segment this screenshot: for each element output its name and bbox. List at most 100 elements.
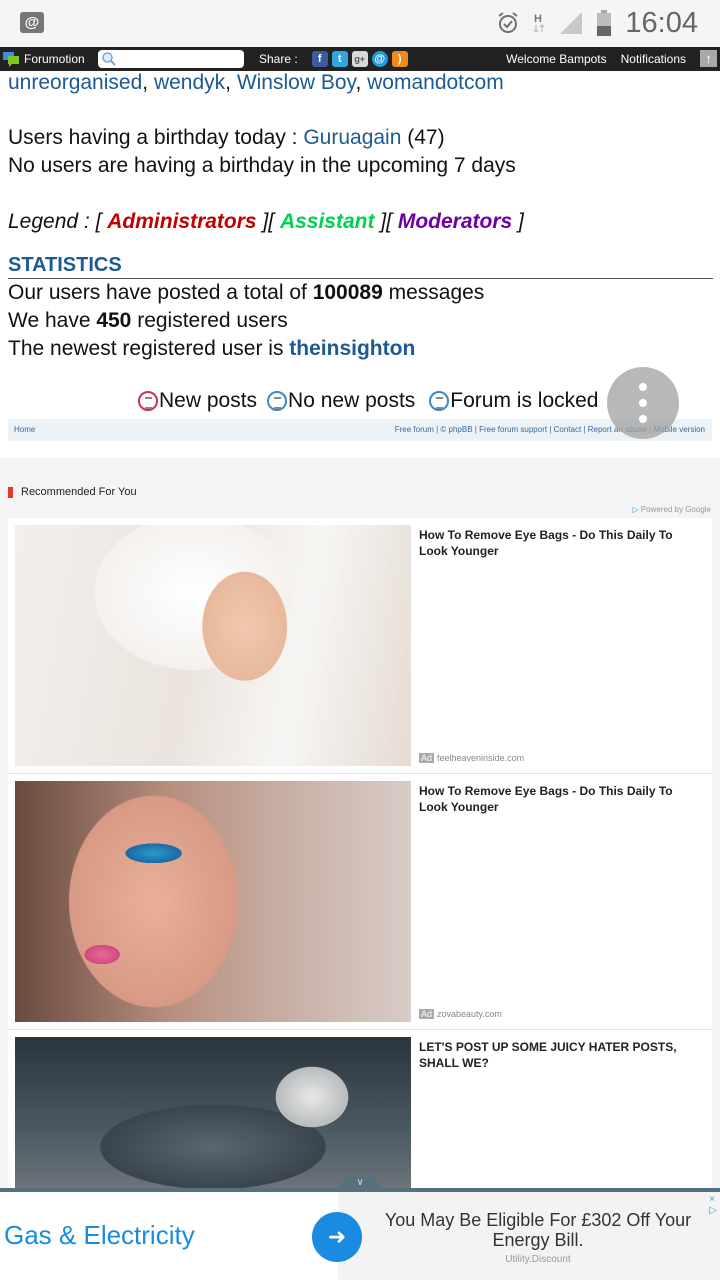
card-title: How To Remove Eye Bags - Do This Daily T… <box>419 528 673 558</box>
ad-headline: Gas & Electricity <box>4 1220 195 1250</box>
user-link[interactable]: wendyk <box>154 71 225 94</box>
hspa-data-icon: H <box>533 13 545 33</box>
group-legend: Legend : [ Administrators ][ Assistant ]… <box>8 210 524 234</box>
legend-separator: ][ <box>374 210 398 233</box>
woman-blue-eye-makeup-photo <box>15 781 411 1022</box>
new-posts-icon <box>138 391 158 411</box>
card-source: Ad feelheaveninside.com <box>419 753 524 763</box>
search-icon <box>102 52 116 66</box>
no-new-posts-icon <box>267 391 288 411</box>
birthday-user-link[interactable]: Guruagain <box>303 126 401 149</box>
clock: 16:04 <box>625 6 698 39</box>
stat-text: registered users <box>131 309 288 332</box>
statistics-heading: STATISTICS <box>8 254 713 279</box>
legend-administrators[interactable]: Administrators <box>107 210 256 233</box>
welcome-user-link[interactable]: Welcome Bampots <box>506 52 606 66</box>
stat-users: We have 450 registered users <box>8 309 288 333</box>
recommended-card[interactable]: How To Remove Eye Bags - Do This Daily T… <box>8 518 712 774</box>
stat-text: We have <box>8 309 97 332</box>
adchoices-icon[interactable]: ▷ <box>709 1205 717 1216</box>
stat-posts: Our users have posted a total of 100089 … <box>8 281 484 305</box>
home-link[interactable]: Home <box>14 425 35 434</box>
android-status-bar: @ H 16:04 <box>0 0 720 47</box>
legend-assistant[interactable]: Assistant <box>280 210 375 233</box>
online-users-list: unreorganised, wendyk, Winslow Boy, woma… <box>8 71 504 95</box>
ad-copy: You May Be Eligible For £302 Off Your En… <box>338 1210 720 1270</box>
facebook-icon[interactable]: f <box>311 51 328 67</box>
recommended-section: Recommended For You ▷ Powered by Google … <box>0 458 720 1237</box>
svg-text:H: H <box>534 13 542 25</box>
user-link[interactable]: womandotcom <box>367 71 504 94</box>
user-link[interactable]: unreorganised <box>8 71 142 94</box>
search-input[interactable] <box>98 50 244 68</box>
google-plus-icon[interactable]: g+ <box>351 51 368 67</box>
forumotion-toolbar: Forumotion Share : f t g+ @ ) Welcome Ba… <box>0 47 720 71</box>
separator: , <box>355 71 368 94</box>
legend-prefix: Legend : [ <box>8 210 108 233</box>
ad-sponsor: Utility.Discount <box>505 1254 571 1265</box>
close-ad-icon[interactable]: × ▷ <box>709 1194 717 1216</box>
source-domain: zovabeauty.com <box>437 1009 502 1019</box>
scroll-top-button[interactable]: ↑ <box>700 50 717 67</box>
posts-count: 100089 <box>312 281 383 304</box>
powered-by-google[interactable]: ▷ Powered by Google <box>632 505 711 514</box>
forumotion-logo-icon <box>3 52 19 67</box>
birthday-label: Users having a birthday today : <box>8 126 304 149</box>
arrow-right-icon: ➜ <box>327 1224 347 1249</box>
ad-arrow-button[interactable]: ➜ <box>312 1212 362 1262</box>
close-glyph: × <box>709 1194 716 1205</box>
email-icon[interactable]: @ <box>371 51 388 67</box>
bottom-banner-ad[interactable]: Gas & Electricity You May Be Eligible Fo… <box>0 1188 720 1280</box>
notifications-link[interactable]: Notifications <box>621 52 686 66</box>
footer-link-free-forum[interactable]: Free forum <box>395 425 434 434</box>
newest-user-link[interactable]: theinsighton <box>289 337 415 360</box>
card-source: Ad zovabeauty.com <box>419 1009 502 1019</box>
rss-icon[interactable]: ) <box>391 51 408 67</box>
woman-towel-skincare-photo <box>15 525 411 766</box>
battery-icon <box>597 10 612 36</box>
user-link[interactable]: Winslow Boy <box>237 71 356 94</box>
legend-separator: ][ <box>256 210 280 233</box>
recommended-card[interactable]: How To Remove Eye Bags - Do This Daily T… <box>8 774 712 1030</box>
forum-locked-label: Forum is locked <box>450 389 599 412</box>
at-sign-icon: @ <box>20 12 44 33</box>
stat-text: The newest registered user is <box>8 337 290 360</box>
stat-newest: The newest registered user is theinsight… <box>8 337 415 361</box>
legend-suffix: ] <box>512 210 524 233</box>
powered-label: Powered by Google <box>640 505 711 514</box>
birthday-today: Users having a birthday today : Guruagai… <box>8 126 445 150</box>
share-bar: Share : f t g+ @ ) <box>259 51 408 67</box>
accent-bar <box>8 486 13 498</box>
birthday-upcoming: No users are having a birthday in the up… <box>8 154 516 177</box>
source-domain: feelheaveninside.com <box>437 753 525 763</box>
users-count: 450 <box>96 309 132 332</box>
recommended-title: Recommended For You <box>21 486 137 498</box>
new-posts-label: New posts <box>159 389 258 412</box>
twitter-icon[interactable]: t <box>331 51 348 67</box>
separator: , <box>225 71 237 94</box>
legend-moderators[interactable]: Moderators <box>398 210 512 233</box>
alarm-icon <box>498 12 519 33</box>
signal-icon <box>560 12 583 34</box>
forumotion-brand[interactable]: Forumotion <box>3 51 85 67</box>
footer-link-phpbb[interactable]: © phpBB <box>440 425 472 434</box>
ad-badge: Ad <box>419 1009 435 1019</box>
recommended-heading: Recommended For You <box>8 486 137 498</box>
post-icon-legend: New posts No new posts Forum is locked <box>138 389 599 413</box>
share-label: Share : <box>259 52 298 66</box>
separator: , <box>142 71 154 94</box>
forum-locked-icon <box>429 391 450 411</box>
ad-text-panel: You May Be Eligible For £302 Off Your En… <box>338 1192 720 1280</box>
brand-label: Forumotion <box>24 52 85 66</box>
footer-link-support[interactable]: Free forum support <box>479 425 547 434</box>
footer-link-contact[interactable]: Contact <box>554 425 582 434</box>
no-new-posts-label: No new posts <box>288 389 416 412</box>
stat-text: messages <box>382 281 485 304</box>
more-options-button[interactable] <box>607 367 679 439</box>
card-title: LET'S POST UP SOME JUICY HATER POSTS, SH… <box>419 1040 677 1070</box>
card-title: How To Remove Eye Bags - Do This Daily T… <box>419 784 673 814</box>
stat-text: Our users have posted a total of <box>8 281 313 304</box>
forum-footer: Home Free forum | © phpBB | Free forum s… <box>8 419 712 441</box>
ad-badge: Ad <box>419 753 435 763</box>
birthday-age: (47) <box>401 126 445 149</box>
